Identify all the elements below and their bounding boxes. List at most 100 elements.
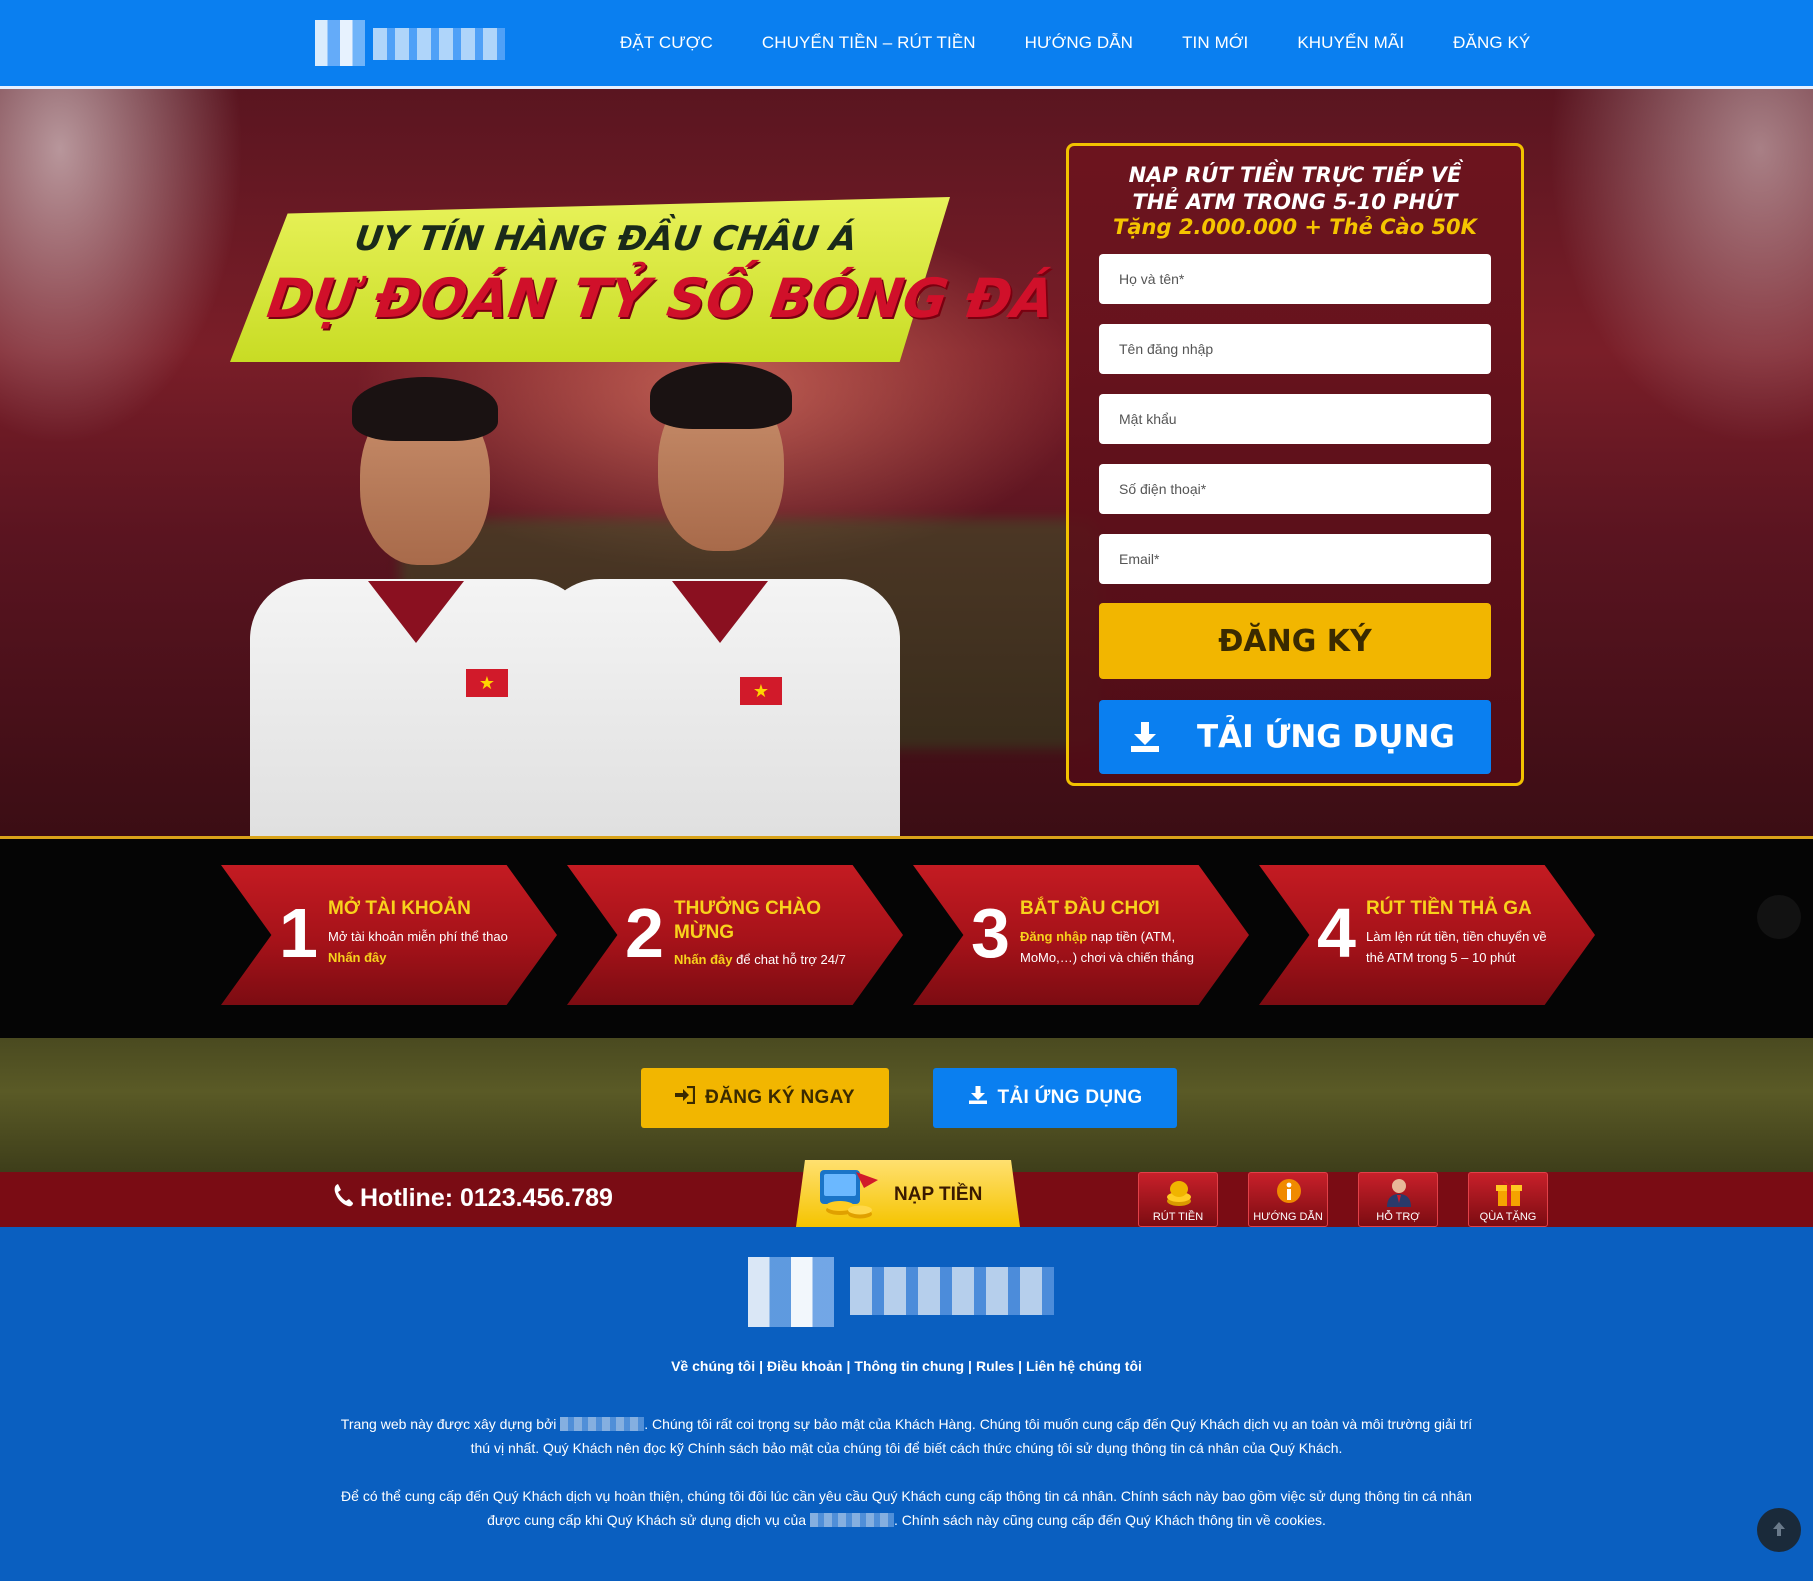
guide-shortcut[interactable]: HƯỚNG DẪN: [1248, 1172, 1328, 1227]
step-number: 1: [279, 894, 318, 972]
main-nav: ĐẶT CƯỢC CHUYỂN TIỀN – RÚT TIỀN HƯỚNG DẪ…: [620, 0, 1530, 86]
deposit-label: NẠP TIỀN: [894, 1184, 983, 1205]
gift-shortcut-label: QÙA TẶNG: [1479, 1211, 1537, 1223]
nav-item-chuyen-tien-rut-tien[interactable]: CHUYỂN TIỀN – RÚT TIỀN: [762, 33, 976, 53]
phone-icon: [332, 1182, 354, 1215]
sign-in-icon: [675, 1085, 696, 1110]
player-left-collar: [368, 581, 464, 643]
step-description: Nhấn đây để chat hỗ trợ 24/7: [674, 949, 874, 970]
hero-section: UY TÍN HÀNG ĐẦU CHÂU Á DỰ ĐOÁN TỶ SỐ BÓN…: [0, 89, 1813, 838]
step-description: Làm lện rút tiền, tiền chuyển về thẻ ATM…: [1366, 929, 1547, 965]
gift-icon: [1495, 1177, 1523, 1207]
banner-headline: DỰ ĐOÁN TỶ SỐ BÓNG ĐÁ: [263, 267, 1059, 330]
nav-item-tin-moi[interactable]: TIN MỚI: [1182, 33, 1248, 53]
hotline-text: Hotline: 0123.456.789: [360, 1184, 613, 1212]
step-description-text: để chat hỗ trợ 24/7: [736, 952, 846, 967]
player-right-hair: [650, 363, 792, 429]
fullname-field[interactable]: [1099, 254, 1491, 304]
withdraw-icon: [1165, 1177, 1193, 1207]
step-card: 3 BẮT ĐẦU CHƠI Đăng nhập nạp tiền (ATM, …: [913, 865, 1249, 1005]
deposit-button[interactable]: NẠP TIỀN: [796, 1160, 1020, 1227]
step-title: RÚT TIỀN THẢ GA: [1366, 898, 1532, 919]
support-icon: [1385, 1177, 1413, 1207]
footer-logo-wordmark: [850, 1267, 1054, 1315]
email-field[interactable]: [1099, 534, 1491, 584]
step-description-text: Mở tài khoản miễn phí thể thao: [328, 929, 508, 944]
step-description: Đăng nhập nạp tiền (ATM, MoMo,…) chơi và…: [1020, 926, 1210, 968]
footer-link-contact[interactable]: Liên hệ chúng tôi: [1026, 1358, 1142, 1374]
phone-field[interactable]: [1099, 464, 1491, 514]
quick-action-bar: Hotline: 0123.456.789 NẠP TIỀN RÚT TIỀN …: [0, 1160, 1813, 1227]
step-title: THƯỞNG CHÀO MỪNG: [674, 898, 822, 943]
hotline[interactable]: Hotline: 0123.456.789: [332, 1182, 613, 1215]
withdraw-shortcut[interactable]: RÚT TIỀN: [1138, 1172, 1218, 1227]
nav-item-dat-cuoc[interactable]: ĐẶT CƯỢC: [620, 33, 713, 53]
steps-section: 1 MỞ TÀI KHOẢN Mở tài khoản miễn phí thể…: [0, 839, 1813, 1038]
footer-paragraph-text: Trang web này được xây dựng bởi: [340, 1416, 557, 1432]
nav-item-dang-ky[interactable]: ĐĂNG KÝ: [1453, 33, 1530, 53]
support-shortcut[interactable]: HỖ TRỢ: [1358, 1172, 1438, 1227]
hero-banner: UY TÍN HÀNG ĐẦU CHÂU Á DỰ ĐOÁN TỶ SỐ BÓN…: [230, 197, 1058, 362]
footer-privacy-paragraph: Trang web này được xây dựng bởi . Chúng …: [340, 1412, 1473, 1460]
gift-shortcut[interactable]: QÙA TẶNG: [1468, 1172, 1548, 1227]
step-card: 1 MỞ TÀI KHOẢN Mở tài khoản miễn phí thể…: [221, 865, 557, 1005]
players-image: [240, 349, 960, 838]
top-header: ĐẶT CƯỢC CHUYỂN TIỀN – RÚT TIỀN HƯỚNG DẪ…: [0, 0, 1813, 89]
redacted-brand: [560, 1417, 645, 1431]
withdraw-shortcut-label: RÚT TIỀN: [1152, 1211, 1204, 1223]
step-link[interactable]: Đăng nhập: [1020, 929, 1087, 944]
nav-item-khuyen-mai[interactable]: KHUYẾN MÃI: [1297, 33, 1404, 53]
cta-download-app-label: TẢI ỨNG DỤNG: [997, 1087, 1143, 1108]
guide-icon: [1275, 1177, 1303, 1207]
footer-logo[interactable]: [748, 1257, 1054, 1327]
support-shortcut-label: HỖ TRỢ: [1376, 1211, 1420, 1223]
nav-item-huong-dan[interactable]: HƯỚNG DẪN: [1025, 33, 1133, 53]
footer-link-general-info[interactable]: Thông tin chung: [854, 1358, 964, 1374]
register-now-button[interactable]: ĐĂNG KÝ NGAY: [641, 1068, 889, 1128]
download-app-label: TẢI ỨNG DỤNG: [1197, 719, 1455, 755]
player-right-flag-icon: [740, 677, 782, 705]
scroll-to-top-button[interactable]: [1757, 1508, 1801, 1552]
banner-tagline: UY TÍN HÀNG ĐẦU CHÂU Á: [352, 219, 860, 259]
site-footer: Về chúng tôi | Điều khoản | Thông tin chung |…: [0, 1227, 1813, 1581]
footer-link-separator: |: [846, 1358, 851, 1374]
player-right-collar: [672, 581, 768, 643]
footer-link-terms[interactable]: Điều khoản: [767, 1358, 842, 1374]
logo-wordmark: [373, 28, 505, 60]
site-logo[interactable]: [315, 20, 505, 66]
step-link[interactable]: Nhấn đây: [674, 952, 733, 967]
player-left-flag-icon: [466, 669, 508, 697]
player-left-hair: [352, 377, 498, 441]
download-icon: [968, 1085, 988, 1111]
footer-links: Về chúng tôi | Điều khoản | Thông tin chung |…: [0, 1358, 1813, 1374]
step-card: 2 THƯỞNG CHÀO MỪNG Nhấn đây để chat hỗ t…: [567, 865, 903, 1005]
logo-mark-icon: [315, 20, 365, 66]
footer-link-separator: |: [1018, 1358, 1023, 1374]
footer-paragraph-text: . Chính sách này cũng cung cấp đến Quý K…: [893, 1512, 1326, 1528]
footer-link-separator: |: [759, 1358, 764, 1374]
step-title: MỞ TÀI KHOẢN: [328, 898, 471, 919]
guide-shortcut-label: HƯỚNG DẪN: [1253, 1211, 1323, 1223]
cta-section: ĐĂNG KÝ NGAY TẢI ỨNG DỤNG: [0, 1038, 1813, 1172]
cta-download-app-button[interactable]: TẢI ỨNG DỤNG: [933, 1068, 1177, 1128]
signup-panel: NẠP RÚT TIỀN TRỰC TIẾP VỀ THẺ ATM TRONG …: [1066, 143, 1524, 786]
redacted-brand: [809, 1513, 894, 1527]
step-number: 4: [1317, 894, 1356, 972]
footer-logo-mark-icon: [748, 1257, 834, 1327]
faded-circle-button: [1757, 895, 1801, 939]
username-field[interactable]: [1099, 324, 1491, 374]
register-button[interactable]: ĐĂNG KÝ: [1099, 603, 1491, 679]
signup-panel-title: NẠP RÚT TIỀN TRỰC TIẾP VỀ THẺ ATM TRONG …: [1128, 163, 1462, 214]
footer-link-about[interactable]: Về chúng tôi: [671, 1358, 755, 1374]
footer-link-rules[interactable]: Rules: [976, 1358, 1014, 1374]
register-now-label: ĐĂNG KÝ NGAY: [705, 1087, 855, 1108]
footer-data-paragraph: Để có thể cung cấp đến Quý Khách dịch vụ…: [340, 1484, 1473, 1532]
download-icon: [1115, 700, 1175, 774]
step-link[interactable]: Nhấn đây: [328, 950, 387, 965]
step-title: BẮT ĐẦU CHƠI: [1020, 898, 1160, 919]
footer-link-separator: |: [968, 1358, 972, 1374]
step-description: Mở tài khoản miễn phí thể thao Nhấn đây: [328, 926, 528, 968]
download-app-button[interactable]: TẢI ỨNG DỤNG: [1099, 700, 1491, 774]
password-field[interactable]: [1099, 394, 1491, 444]
arrow-up-icon: [1772, 1521, 1786, 1540]
